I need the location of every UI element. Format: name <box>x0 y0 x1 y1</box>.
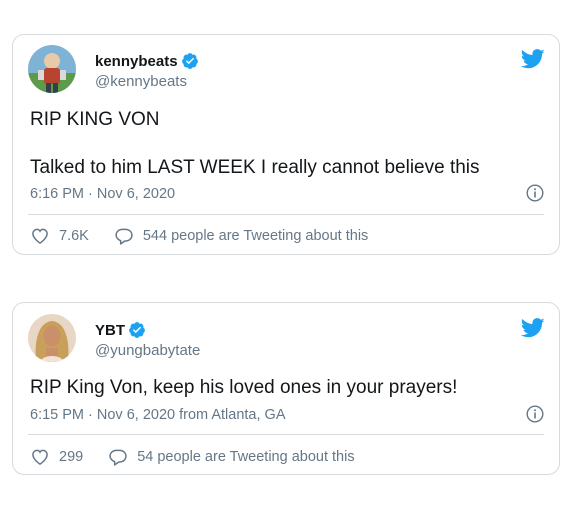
avatar[interactable] <box>28 314 76 362</box>
author-handle[interactable]: @kennybeats <box>95 73 187 90</box>
verified-badge-icon <box>129 322 145 338</box>
conversation-text: 544 people are Tweeting about this <box>142 228 369 244</box>
heart-icon <box>32 449 48 465</box>
author-name-row[interactable]: YBT <box>95 321 146 339</box>
like-count: 299 <box>59 449 84 465</box>
info-icon[interactable] <box>526 184 544 202</box>
like-button[interactable]: 7.6K <box>30 226 89 246</box>
speech-bubble-icon <box>115 228 133 245</box>
like-button[interactable]: 299 <box>30 447 83 467</box>
like-count: 7.6K <box>59 228 89 244</box>
tweet-actions: 299 54 people are Tweeting about this <box>30 447 355 467</box>
tweet-text-line: RIP KING VON <box>30 109 160 130</box>
verified-badge-icon <box>181 53 198 69</box>
tweet-text-line: Talked to him LAST WEEK I really cannot … <box>30 157 480 178</box>
display-name[interactable]: YBT <box>95 322 125 339</box>
conversation-link[interactable]: 54 people are Tweeting about this <box>108 447 355 467</box>
tweet-actions: 7.6K 544 people are Tweeting about this <box>30 226 368 246</box>
author-name-row[interactable]: kennybeats <box>95 52 199 70</box>
tweet-timestamp[interactable]: 6:16 PM · Nov 6, 2020 <box>30 186 175 202</box>
tweet-card[interactable]: YBT @yungbabytate RIP King Von, keep his… <box>12 302 560 475</box>
info-icon[interactable] <box>526 405 544 423</box>
tweet-card[interactable]: kennybeats @kennybeats RIP KING VON Talk… <box>12 34 560 255</box>
divider <box>28 434 544 435</box>
conversation-text: 54 people are Tweeting about this <box>137 449 355 465</box>
divider <box>28 214 544 215</box>
conversation-link[interactable]: 544 people are Tweeting about this <box>114 226 368 246</box>
tweet-text-line: RIP King Von, keep his loved ones in you… <box>30 377 458 398</box>
heart-icon <box>32 228 48 244</box>
author-handle[interactable]: @yungbabytate <box>95 342 200 359</box>
twitter-bird-icon[interactable] <box>521 49 545 69</box>
tweet-timestamp[interactable]: 6:15 PM · Nov 6, 2020 from Atlanta, GA <box>30 407 286 423</box>
speech-bubble-icon <box>109 449 127 466</box>
avatar[interactable] <box>28 45 76 93</box>
twitter-bird-icon[interactable] <box>521 318 545 338</box>
display-name[interactable]: kennybeats <box>95 53 178 70</box>
